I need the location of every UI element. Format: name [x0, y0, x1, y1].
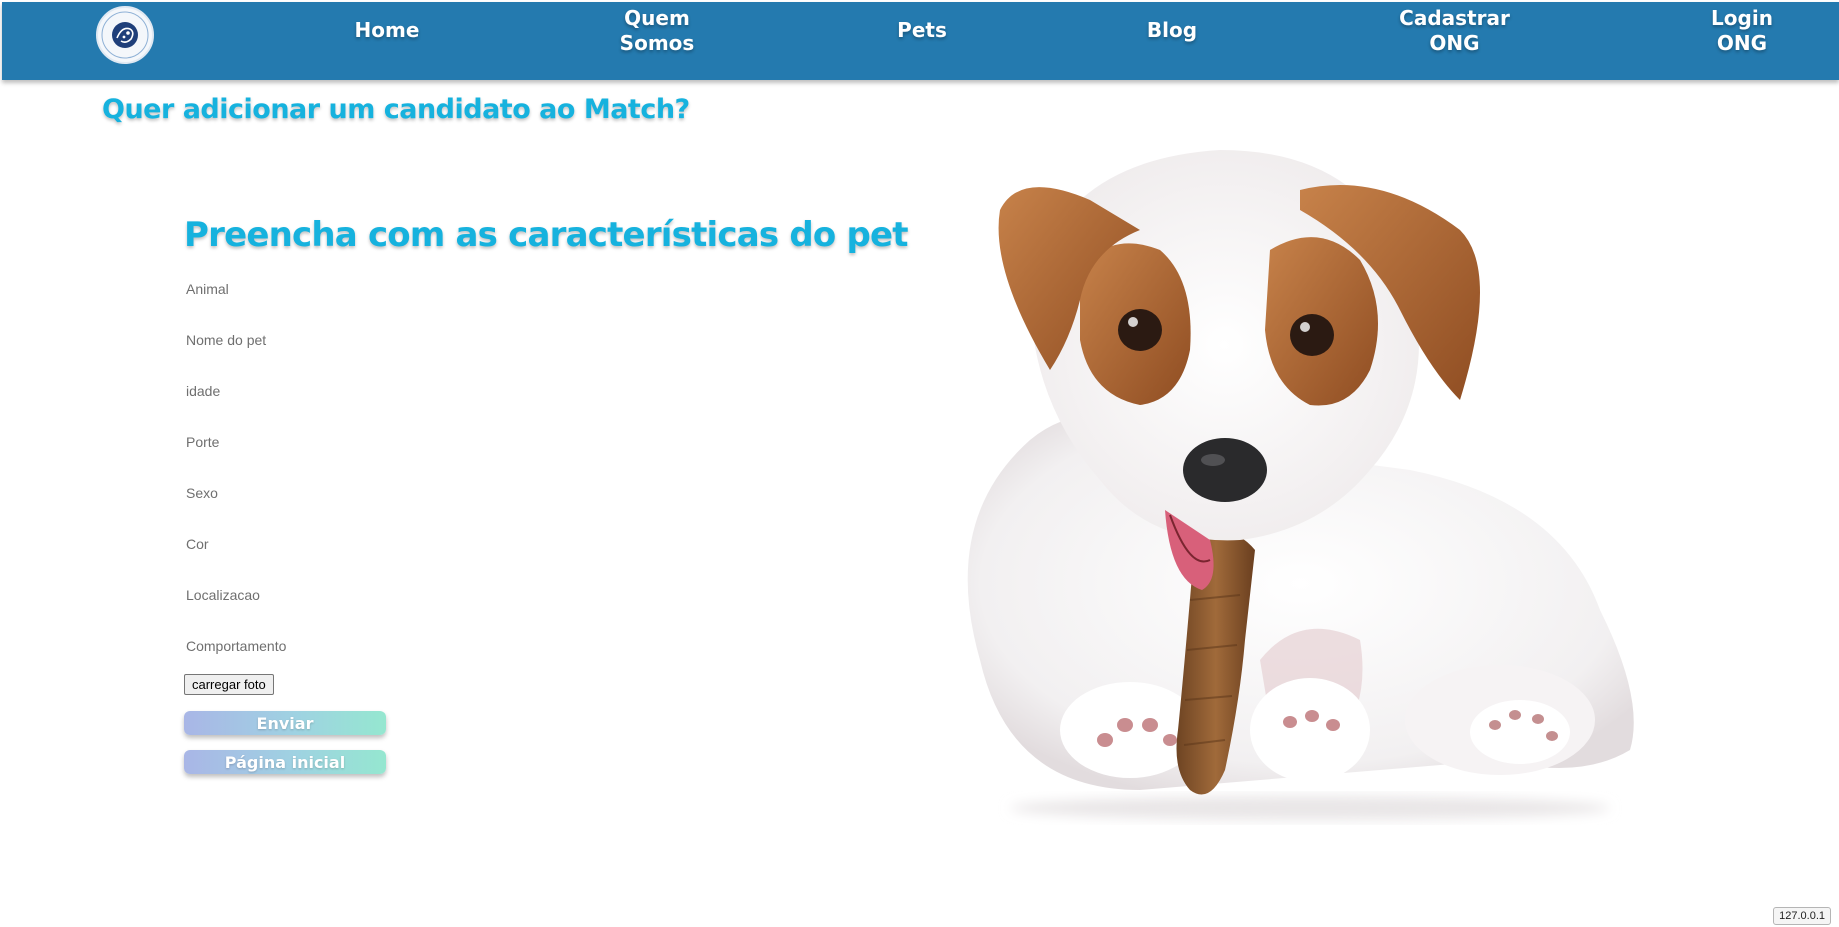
sex-field[interactable] — [184, 479, 524, 507]
nav-home-link[interactable]: Home — [342, 18, 432, 43]
nav-cadastrar-ong-link[interactable]: Cadastrar ONG — [1382, 6, 1527, 56]
location-field[interactable] — [184, 581, 524, 609]
status-badge: 127.0.0.1 — [1773, 907, 1831, 925]
top-navigation-bar: Home Quem Somos Pets Blog Cadastrar ONG … — [2, 2, 1839, 80]
page-heading-question: Quer adicionar um candidato ao Match? — [102, 94, 690, 125]
pet-match-logo-icon[interactable] — [96, 6, 154, 64]
size-field[interactable] — [184, 428, 524, 456]
nav-quem-somos-link[interactable]: Quem Somos — [602, 6, 712, 56]
home-page-button[interactable]: Página inicial — [184, 750, 386, 774]
nav-login-ong-link[interactable]: Login ONG — [1682, 6, 1802, 56]
puppy-image — [967, 150, 1634, 820]
upload-photo-button[interactable]: carregar foto — [184, 674, 274, 695]
nav-pets-link[interactable]: Pets — [872, 18, 972, 43]
nav-blog-link[interactable]: Blog — [1122, 18, 1222, 43]
submit-button[interactable]: Enviar — [184, 711, 386, 735]
color-field[interactable] — [184, 530, 524, 558]
pet-name-field[interactable] — [184, 326, 524, 354]
behavior-field[interactable] — [184, 632, 524, 660]
page: Home Quem Somos Pets Blog Cadastrar ONG … — [0, 0, 1839, 927]
age-field[interactable] — [184, 377, 524, 405]
form-title: Preencha com as características do pet — [184, 215, 909, 255]
animal-field[interactable] — [184, 275, 524, 303]
